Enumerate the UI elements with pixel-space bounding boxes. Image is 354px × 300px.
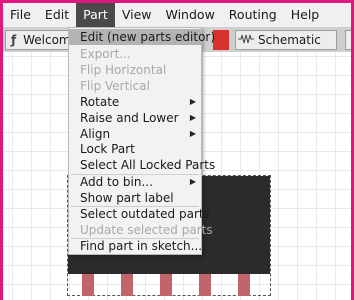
menu-help[interactable]: Help [284,3,327,27]
menu-item-lock-part[interactable]: Lock Part [69,141,201,157]
menu-item-label: Add to bin... [80,175,153,189]
part-menu-dropdown: Edit (new parts editor) Export... Flip H… [68,27,215,255]
menu-item-label: Flip Vertical [80,79,150,93]
menu-item-flip-vertical: Flip Vertical [69,78,201,94]
menu-item-label: Find part in sketch... [80,239,203,253]
menu-item-label: Flip Horizontal [80,63,167,77]
submenu-arrow-icon: ▶ [189,177,196,186]
schematic-resistor-icon [238,33,254,47]
menu-item-label: Update selected parts [80,223,213,237]
submenu-arrow-icon: ▶ [189,129,196,138]
menu-item-label: Lock Part [80,142,135,156]
menu-routing[interactable]: Routing [222,3,284,27]
menu-item-label: Rotate [80,95,120,109]
chip-pin[interactable] [160,274,172,296]
menu-item-add-to-bin[interactable]: Add to bin... ▶ [69,174,201,190]
tab-overflow[interactable] [345,30,354,50]
tab-schematic-label: Schematic [258,33,321,47]
ic-chip-pins [68,274,270,296]
menu-item-label: Raise and Lower [80,111,179,125]
menu-item-select-locked[interactable]: Select All Locked Parts [69,157,215,173]
menu-window[interactable]: Window [159,3,222,27]
menu-item-find-part[interactable]: Find part in sketch... [69,238,203,254]
menu-item-export: Export... [69,46,201,62]
menubar: File Edit Part View Window Routing Help [3,3,354,27]
menu-item-flip-horizontal: Flip Horizontal [69,62,201,78]
menu-edit[interactable]: Edit [38,3,76,27]
menu-item-rotate[interactable]: Rotate ▶ [69,94,201,110]
menu-item-label: Show part label [80,191,174,205]
menu-item-label: Align [80,127,111,141]
submenu-arrow-icon: ▶ [189,113,196,122]
menu-item-align[interactable]: Align ▶ [69,126,201,142]
menu-view[interactable]: View [115,3,159,27]
fritzing-f-icon: ƒ [10,33,17,47]
chip-pin[interactable] [199,274,211,296]
menu-item-label: Edit (new parts editor) [80,30,216,44]
menu-item-update-selected: Update selected parts [69,222,213,238]
tab-schematic[interactable]: Schematic [235,30,337,50]
chip-pin[interactable] [82,274,94,296]
menu-item-label: Select All Locked Parts [80,158,216,172]
tab-accent-marker [213,30,229,50]
menu-item-label: Select outdated parts [80,207,210,221]
menu-part[interactable]: Part [76,3,115,27]
menu-item-edit-parts-editor[interactable]: Edit (new parts editor) [69,29,215,45]
menu-file[interactable]: File [3,3,38,27]
submenu-arrow-icon: ▶ [189,97,196,106]
chip-pin[interactable] [121,274,133,296]
chip-pin[interactable] [238,274,250,296]
menu-item-raise-lower[interactable]: Raise and Lower ▶ [69,110,201,126]
menu-item-show-label[interactable]: Show part label [69,190,201,206]
menu-item-select-outdated[interactable]: Select outdated parts [69,206,210,222]
menu-item-label: Export... [80,47,131,61]
